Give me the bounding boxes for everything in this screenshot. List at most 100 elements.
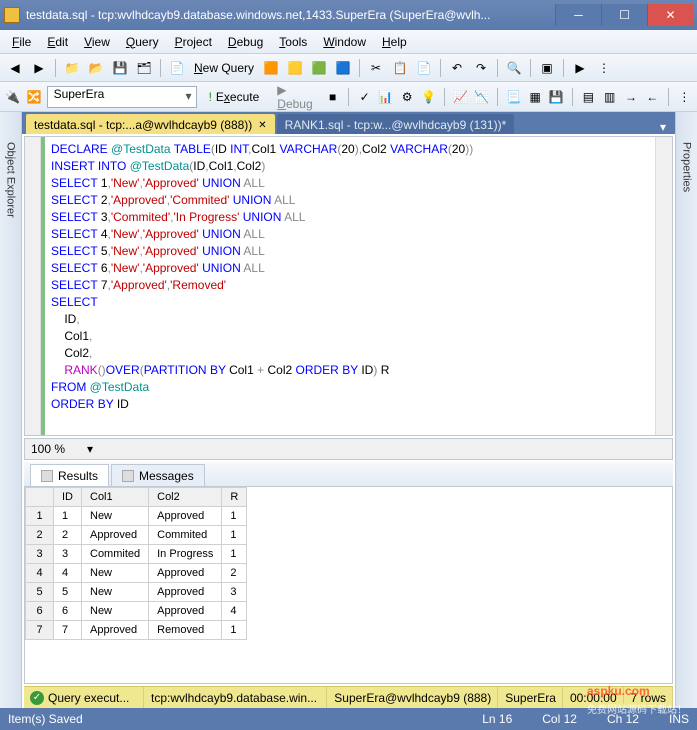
comment-icon[interactable]: ▤ xyxy=(580,86,597,108)
intellisense-icon[interactable]: 💡 xyxy=(420,86,437,108)
cell[interactable]: 5 xyxy=(54,583,82,602)
cell[interactable]: Commited xyxy=(149,526,222,545)
analysis-query-icon[interactable]: 🟨 xyxy=(284,57,306,79)
table-row[interactable]: 22ApprovedCommited1 xyxy=(26,526,247,545)
properties-panel[interactable]: Properties xyxy=(675,112,697,708)
include-stats-icon[interactable]: 📉 xyxy=(473,86,490,108)
start-button[interactable]: ▶ xyxy=(569,57,591,79)
cell[interactable]: 3 xyxy=(54,545,82,564)
maximize-button[interactable]: ☐ xyxy=(601,4,647,26)
debug-button[interactable]: ▶ Debug xyxy=(271,81,320,113)
menu-query[interactable]: Query xyxy=(118,32,167,52)
table-row[interactable]: 33CommitedIn Progress1 xyxy=(26,545,247,564)
zoom-dropdown-icon[interactable]: ▾ xyxy=(87,442,93,456)
cell[interactable]: 4 xyxy=(54,564,82,583)
query-options-icon[interactable]: ⚙ xyxy=(399,86,416,108)
cell[interactable]: New xyxy=(82,564,149,583)
copy-button[interactable]: 📋 xyxy=(389,57,411,79)
row-header[interactable]: 7 xyxy=(26,621,54,640)
redo-button[interactable]: ↷ xyxy=(470,57,492,79)
column-header[interactable]: R xyxy=(222,488,247,507)
menu-window[interactable]: Window xyxy=(315,32,374,52)
cell[interactable]: 2 xyxy=(222,564,247,583)
outdent-icon[interactable]: ← xyxy=(644,86,661,108)
minimize-button[interactable]: ─ xyxy=(555,4,601,26)
back-button[interactable]: ◀ xyxy=(4,57,26,79)
sql-editor[interactable]: DECLARE @TestData TABLE(ID INT,Col1 VARC… xyxy=(24,136,673,436)
cell[interactable]: New xyxy=(82,602,149,621)
menu-view[interactable]: View xyxy=(76,32,118,52)
row-header[interactable]: 6 xyxy=(26,602,54,621)
db-engine-query-icon[interactable]: 🟧 xyxy=(260,57,282,79)
cell[interactable]: In Progress xyxy=(149,545,222,564)
menu-project[interactable]: Project xyxy=(167,32,220,52)
table-row[interactable]: 66NewApproved4 xyxy=(26,602,247,621)
zoom-input[interactable] xyxy=(31,442,81,456)
results-to-grid-icon[interactable]: ▦ xyxy=(526,86,543,108)
tab-dropdown-icon[interactable]: ▾ xyxy=(655,120,671,134)
column-header[interactable]: ID xyxy=(54,488,82,507)
connect-button[interactable]: 🔌 xyxy=(4,86,21,108)
cell[interactable]: 1 xyxy=(222,545,247,564)
mdx-query-icon[interactable]: 🟩 xyxy=(308,57,330,79)
save-button[interactable]: 💾 xyxy=(109,57,131,79)
editor-scrollbar[interactable] xyxy=(655,137,672,435)
include-plan-icon[interactable]: 📈 xyxy=(452,86,469,108)
paste-button[interactable]: 📄 xyxy=(413,57,435,79)
cell[interactable]: 3 xyxy=(222,583,247,602)
menu-debug[interactable]: Debug xyxy=(220,32,271,52)
cell[interactable]: 7 xyxy=(54,621,82,640)
cut-button[interactable]: ✂ xyxy=(365,57,387,79)
table-row[interactable]: 11NewApproved1 xyxy=(26,507,247,526)
menu-tools[interactable]: Tools xyxy=(271,32,315,52)
new-project-button[interactable]: 📁 xyxy=(61,57,83,79)
cell[interactable]: Approved xyxy=(82,621,149,640)
column-header[interactable] xyxy=(26,488,54,507)
uncomment-icon[interactable]: ▥ xyxy=(601,86,618,108)
tab-rank1[interactable]: RANK1.sql - tcp:w...@wvlhdcayb9 (131))* xyxy=(277,114,515,134)
undo-button[interactable]: ↶ xyxy=(446,57,468,79)
tab-results[interactable]: Results xyxy=(30,464,109,486)
object-explorer-panel[interactable]: Object Explorer xyxy=(0,112,22,708)
indent-icon[interactable]: → xyxy=(622,86,639,108)
row-header[interactable]: 5 xyxy=(26,583,54,602)
row-header[interactable]: 3 xyxy=(26,545,54,564)
cell[interactable]: Approved xyxy=(149,583,222,602)
stop-button[interactable]: ■ xyxy=(324,86,341,108)
code-area[interactable]: DECLARE @TestData TABLE(ID INT,Col1 VARC… xyxy=(45,137,672,435)
find-button[interactable]: 🔍 xyxy=(503,57,525,79)
row-header[interactable]: 4 xyxy=(26,564,54,583)
close-button[interactable]: ✕ xyxy=(647,4,693,26)
table-row[interactable]: 44NewApproved2 xyxy=(26,564,247,583)
cell[interactable]: Removed xyxy=(149,621,222,640)
cell[interactable]: 4 xyxy=(222,602,247,621)
estimated-plan-icon[interactable]: 📊 xyxy=(377,86,394,108)
menu-edit[interactable]: Edit xyxy=(39,32,76,52)
parse-button[interactable]: ✓ xyxy=(356,86,373,108)
save-all-button[interactable]: 🗂 xyxy=(133,57,155,79)
column-header[interactable]: Col2 xyxy=(149,488,222,507)
cell[interactable]: Approved xyxy=(82,526,149,545)
tab-close-icon[interactable]: ✕ xyxy=(258,120,266,131)
results-to-text-icon[interactable]: 📃 xyxy=(505,86,522,108)
menu-file[interactable]: File xyxy=(4,32,39,52)
cell[interactable]: Approved xyxy=(149,564,222,583)
new-query-button[interactable]: New Query xyxy=(190,61,258,75)
cell[interactable]: 1 xyxy=(222,526,247,545)
row-header[interactable]: 2 xyxy=(26,526,54,545)
table-row[interactable]: 55NewApproved3 xyxy=(26,583,247,602)
cell[interactable]: Commited xyxy=(82,545,149,564)
cell[interactable]: Approved xyxy=(149,507,222,526)
tab-testdata[interactable]: testdata.sql - tcp:...a@wvlhdcayb9 (888)… xyxy=(26,114,275,134)
cell[interactable]: 1 xyxy=(222,621,247,640)
cell[interactable]: 1 xyxy=(222,507,247,526)
results-to-file-icon[interactable]: 💾 xyxy=(548,86,565,108)
row-header[interactable]: 1 xyxy=(26,507,54,526)
cell[interactable]: 6 xyxy=(54,602,82,621)
cell[interactable]: New xyxy=(82,507,149,526)
execute-button[interactable]: !Execute xyxy=(201,88,268,106)
xmla-query-icon[interactable]: 🟦 xyxy=(332,57,354,79)
column-header[interactable]: Col1 xyxy=(82,488,149,507)
table-row[interactable]: 77ApprovedRemoved1 xyxy=(26,621,247,640)
database-selector[interactable]: SuperEra xyxy=(47,86,197,108)
